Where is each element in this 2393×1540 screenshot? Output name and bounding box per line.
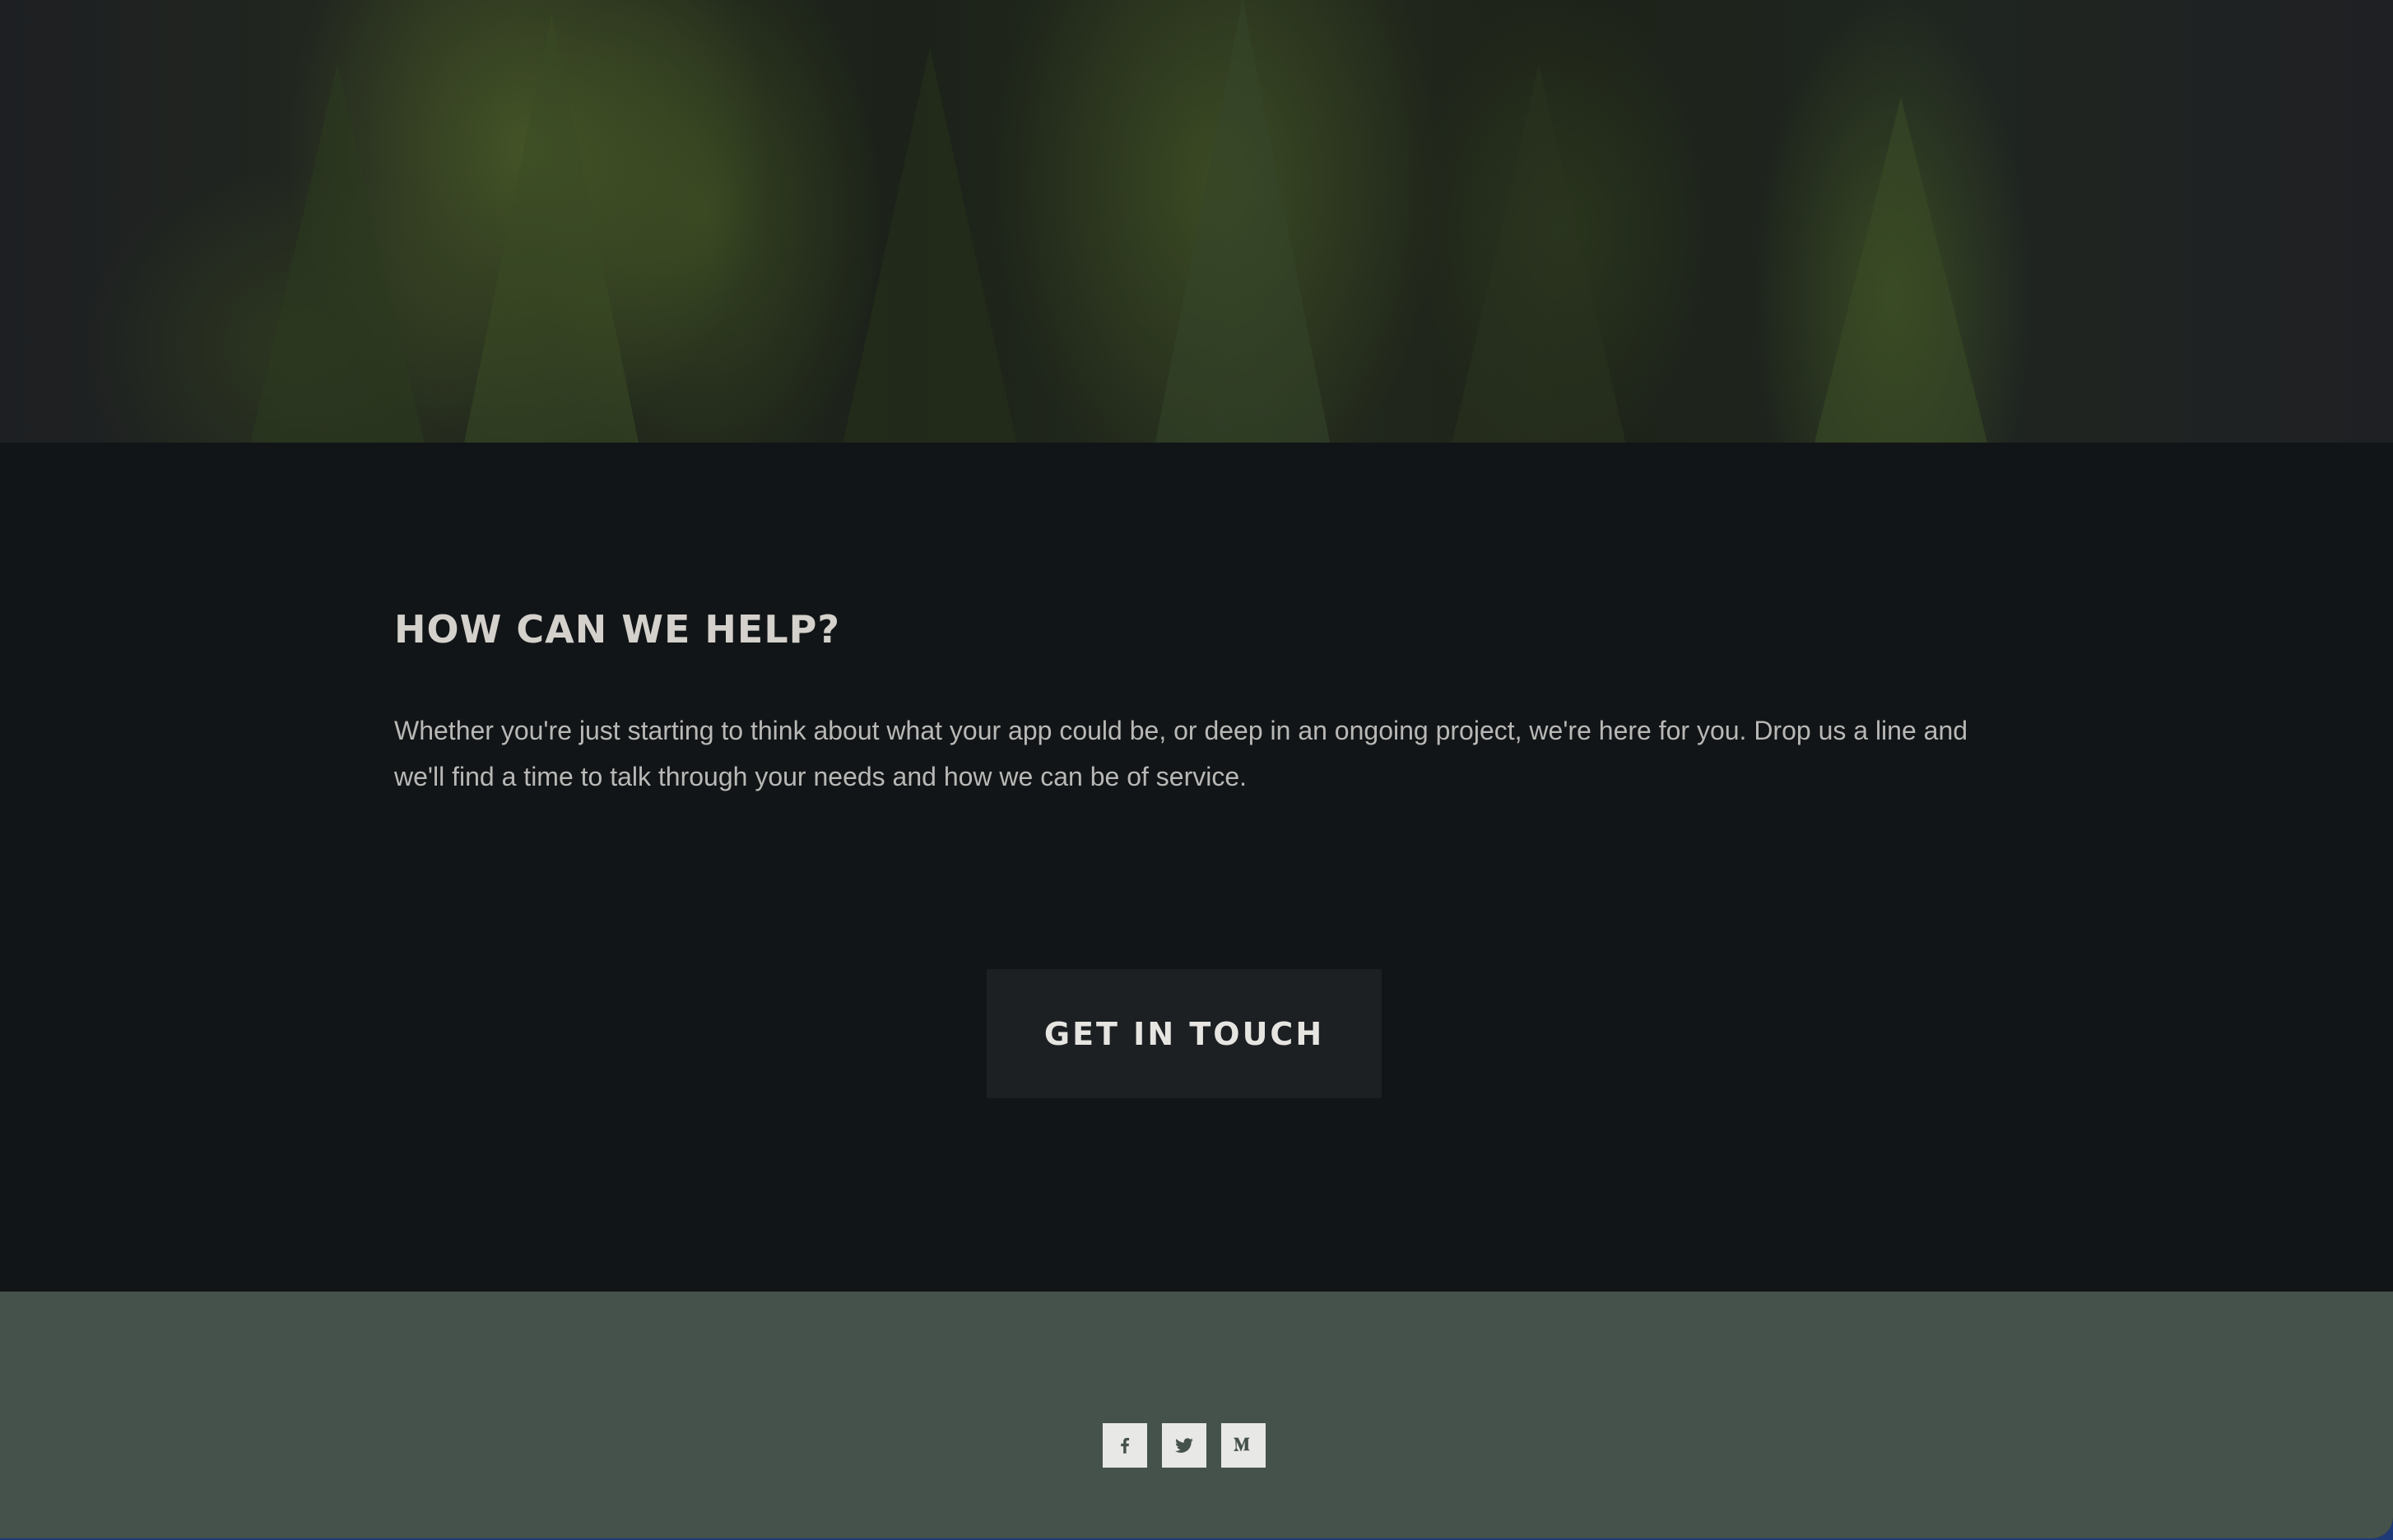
- twitter-link[interactable]: [1162, 1423, 1206, 1468]
- tree-shape: [839, 48, 1020, 459]
- section-body-text: Whether you're just starting to think ab…: [394, 716, 1968, 791]
- help-section: HOW CAN WE HELP? Whether you're just sta…: [0, 443, 2393, 1292]
- medium-link[interactable]: [1221, 1423, 1266, 1468]
- tree-shape: [1152, 0, 1333, 459]
- facebook-icon: [1121, 1437, 1130, 1454]
- facebook-link[interactable]: [1103, 1423, 1147, 1468]
- twitter-icon: [1175, 1438, 1193, 1453]
- social-links: [1103, 1423, 1266, 1468]
- get-in-touch-button[interactable]: GET IN TOUCH: [987, 969, 1382, 1098]
- medium-icon: [1234, 1437, 1250, 1452]
- tree-shape: [461, 15, 642, 459]
- footer: [0, 1292, 2393, 1538]
- page: HOW CAN WE HELP? Whether you're just sta…: [0, 0, 2393, 1538]
- tree-shape: [1810, 97, 1991, 459]
- tree-shape: [247, 64, 428, 459]
- hero-forest-image: [0, 0, 2393, 459]
- section-heading: HOW CAN WE HELP?: [394, 607, 841, 652]
- tree-shape: [1448, 64, 1629, 459]
